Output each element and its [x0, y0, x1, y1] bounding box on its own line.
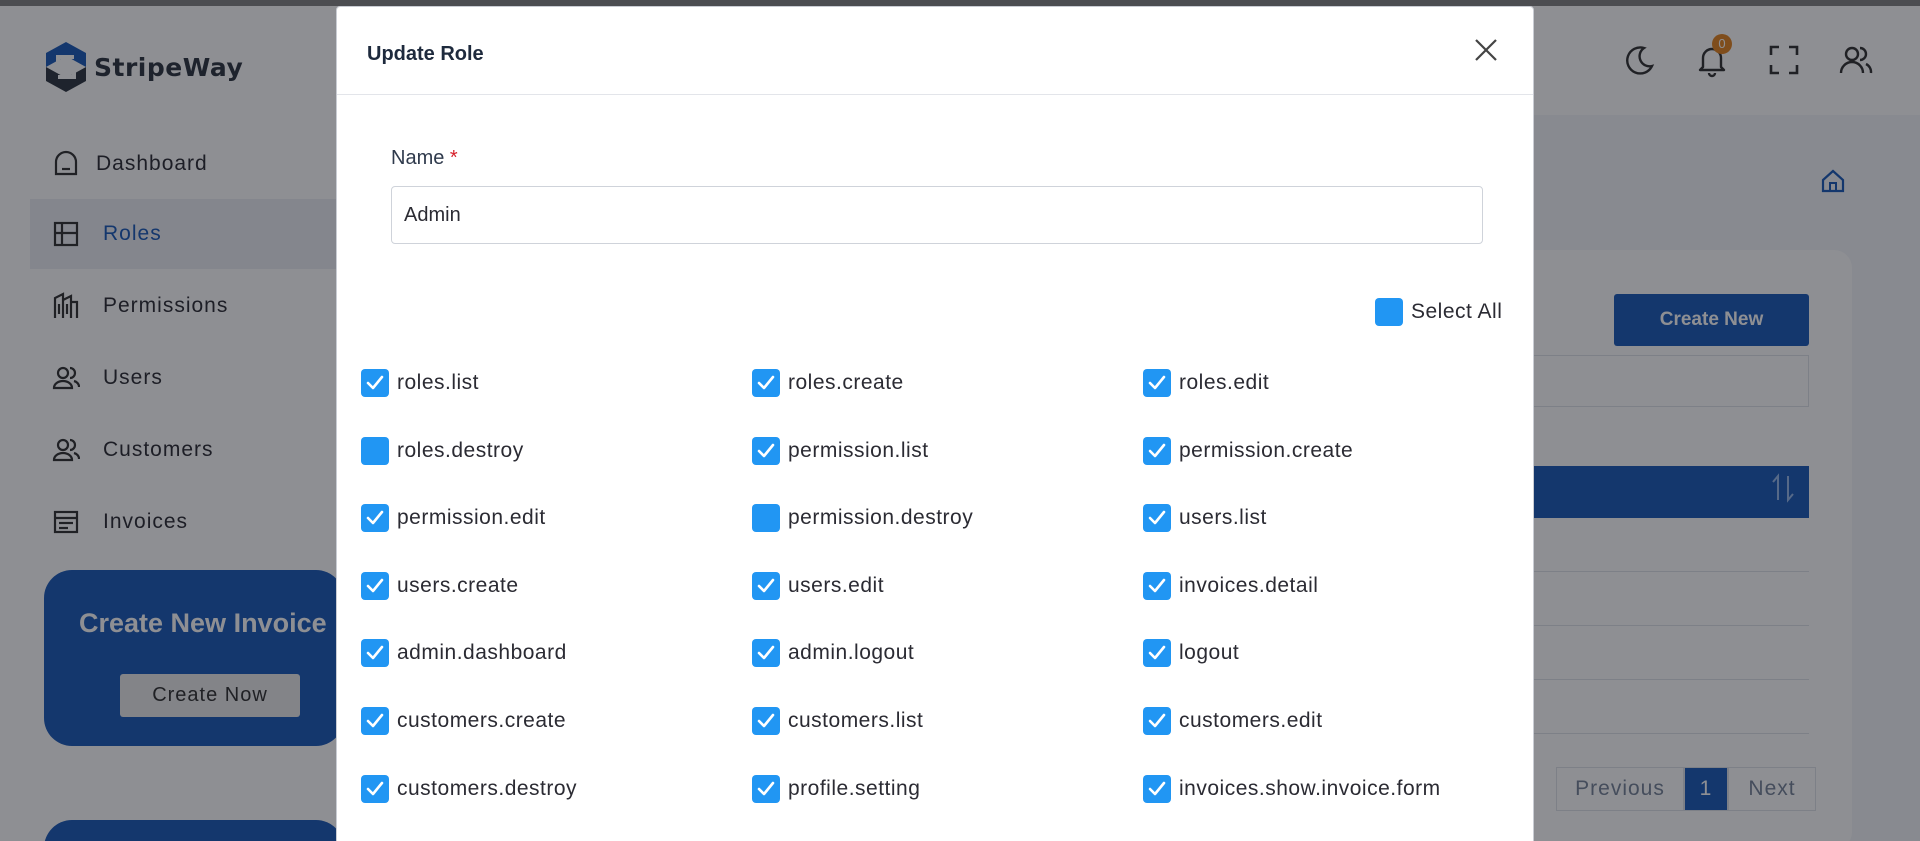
checkbox-checked[interactable] [752, 436, 780, 465]
permission-checkbox[interactable]: customers.destroy [361, 774, 578, 803]
checkmark-icon [1148, 578, 1166, 593]
checkmark-icon [757, 578, 775, 593]
checkbox-checked[interactable] [361, 774, 389, 803]
checkbox-checked[interactable] [361, 639, 389, 668]
checkmark-icon [1148, 781, 1166, 795]
permission-label: users.edit [788, 573, 885, 597]
modal-header: Update Role [337, 7, 1533, 95]
checkbox-checked[interactable] [1143, 571, 1171, 600]
permission-checkbox[interactable]: invoices.detail [1143, 571, 1319, 600]
checkmark-icon [757, 646, 775, 660]
checkmark-icon [366, 646, 384, 660]
select-all-checkbox[interactable]: Select All [1375, 298, 1502, 326]
permission-checkbox[interactable]: admin.logout [752, 639, 915, 668]
required-marker: * [449, 147, 458, 169]
permission-label: roles.destroy [397, 438, 524, 462]
permission-checkbox[interactable]: users.edit [752, 571, 885, 600]
checkbox-checked[interactable] [361, 571, 389, 600]
permission-checkbox[interactable]: roles.create [752, 369, 904, 397]
role-name-input[interactable] [391, 186, 1483, 244]
permission-checkbox[interactable]: roles.edit [1143, 369, 1269, 397]
permission-checkbox[interactable]: logout [1143, 639, 1240, 668]
permission-checkbox[interactable]: customers.edit [1143, 707, 1323, 735]
checkbox-unchecked[interactable] [752, 504, 780, 533]
checkmark-icon [757, 781, 775, 795]
permission-label: admin.logout [788, 641, 915, 665]
checkbox-checked[interactable] [1143, 639, 1171, 668]
checkmark-icon [1148, 646, 1166, 660]
permission-checkbox[interactable]: profile.setting [752, 774, 921, 803]
name-label-text: Name [391, 147, 445, 169]
permission-label: logout [1179, 641, 1240, 665]
permission-checkbox[interactable]: admin.dashboard [361, 639, 567, 668]
select-all-label: Select All [1411, 300, 1503, 323]
checkbox-checked[interactable] [752, 639, 780, 668]
permission-label: customers.list [788, 709, 924, 732]
permission-checkbox[interactable]: customers.create [361, 707, 566, 735]
checkmark-icon [1148, 443, 1166, 457]
permission-checkbox[interactable]: permission.create [1143, 436, 1354, 465]
permission-label: profile.setting [788, 776, 921, 800]
checkbox-checked[interactable] [1143, 774, 1171, 803]
permission-checkbox[interactable]: invoices.show.invoice.form [1143, 774, 1441, 803]
permission-label: invoices.show.invoice.form [1179, 776, 1441, 800]
checkmark-icon [366, 713, 384, 728]
checkmark-icon [366, 781, 384, 795]
checkbox-checked[interactable] [752, 707, 780, 735]
modal-title: Update Role [367, 43, 484, 65]
checkmark-icon [757, 713, 775, 728]
checkbox-checked[interactable] [361, 504, 389, 533]
checkmark-icon [757, 443, 775, 457]
permission-checkbox[interactable]: permission.list [752, 436, 929, 465]
checkbox-checked[interactable] [752, 571, 780, 600]
checkmark-icon [1148, 375, 1166, 390]
permission-label: admin.dashboard [397, 641, 567, 665]
checkbox-unchecked[interactable] [361, 436, 389, 465]
close-icon[interactable] [1469, 33, 1503, 67]
permission-checkbox[interactable]: customers.list [752, 707, 923, 735]
name-field-label: Name * [391, 147, 458, 170]
checkbox-checked[interactable] [1143, 369, 1171, 397]
permission-checkbox[interactable]: roles.destroy [361, 436, 524, 465]
checkbox-checked[interactable] [361, 369, 389, 397]
permission-checkbox[interactable]: permission.edit [361, 504, 546, 533]
checkbox-checked[interactable] [752, 369, 780, 397]
permission-label: users.create [397, 573, 519, 597]
permission-label: roles.edit [1179, 371, 1270, 394]
permission-label: roles.list [397, 371, 480, 394]
checkmark-icon [366, 510, 384, 525]
permission-checkbox[interactable]: permission.destroy [752, 504, 974, 533]
checkbox-checked[interactable] [1143, 504, 1171, 533]
permission-label: customers.create [397, 709, 567, 732]
permission-checkbox[interactable]: roles.list [361, 369, 479, 397]
checkmark-icon [1148, 713, 1166, 728]
checkbox-checked[interactable] [361, 707, 389, 735]
checkmark-icon [757, 375, 775, 390]
checkbox-checked[interactable] [752, 774, 780, 803]
checkmark-icon [366, 375, 384, 390]
permission-label: permission.edit [397, 506, 546, 530]
permission-label: users.list [1179, 506, 1267, 530]
permission-label: permission.destroy [788, 506, 974, 530]
checkmark-icon [366, 578, 384, 593]
permission-label: customers.edit [1179, 709, 1323, 732]
permission-label: permission.create [1179, 438, 1354, 462]
permission-label: invoices.detail [1179, 573, 1319, 597]
permission-label: roles.create [788, 371, 904, 394]
select-all-box[interactable] [1375, 298, 1403, 326]
permission-checkbox[interactable]: users.create [361, 571, 519, 600]
checkbox-checked[interactable] [1143, 707, 1171, 735]
permission-checkbox[interactable]: users.list [1143, 504, 1267, 533]
permission-label: customers.destroy [397, 776, 578, 800]
checkbox-checked[interactable] [1143, 436, 1171, 465]
checkmark-icon [1148, 510, 1166, 525]
permission-label: permission.list [788, 438, 929, 462]
update-role-modal: Update Role Name * Select All roles.list… [336, 6, 1534, 841]
